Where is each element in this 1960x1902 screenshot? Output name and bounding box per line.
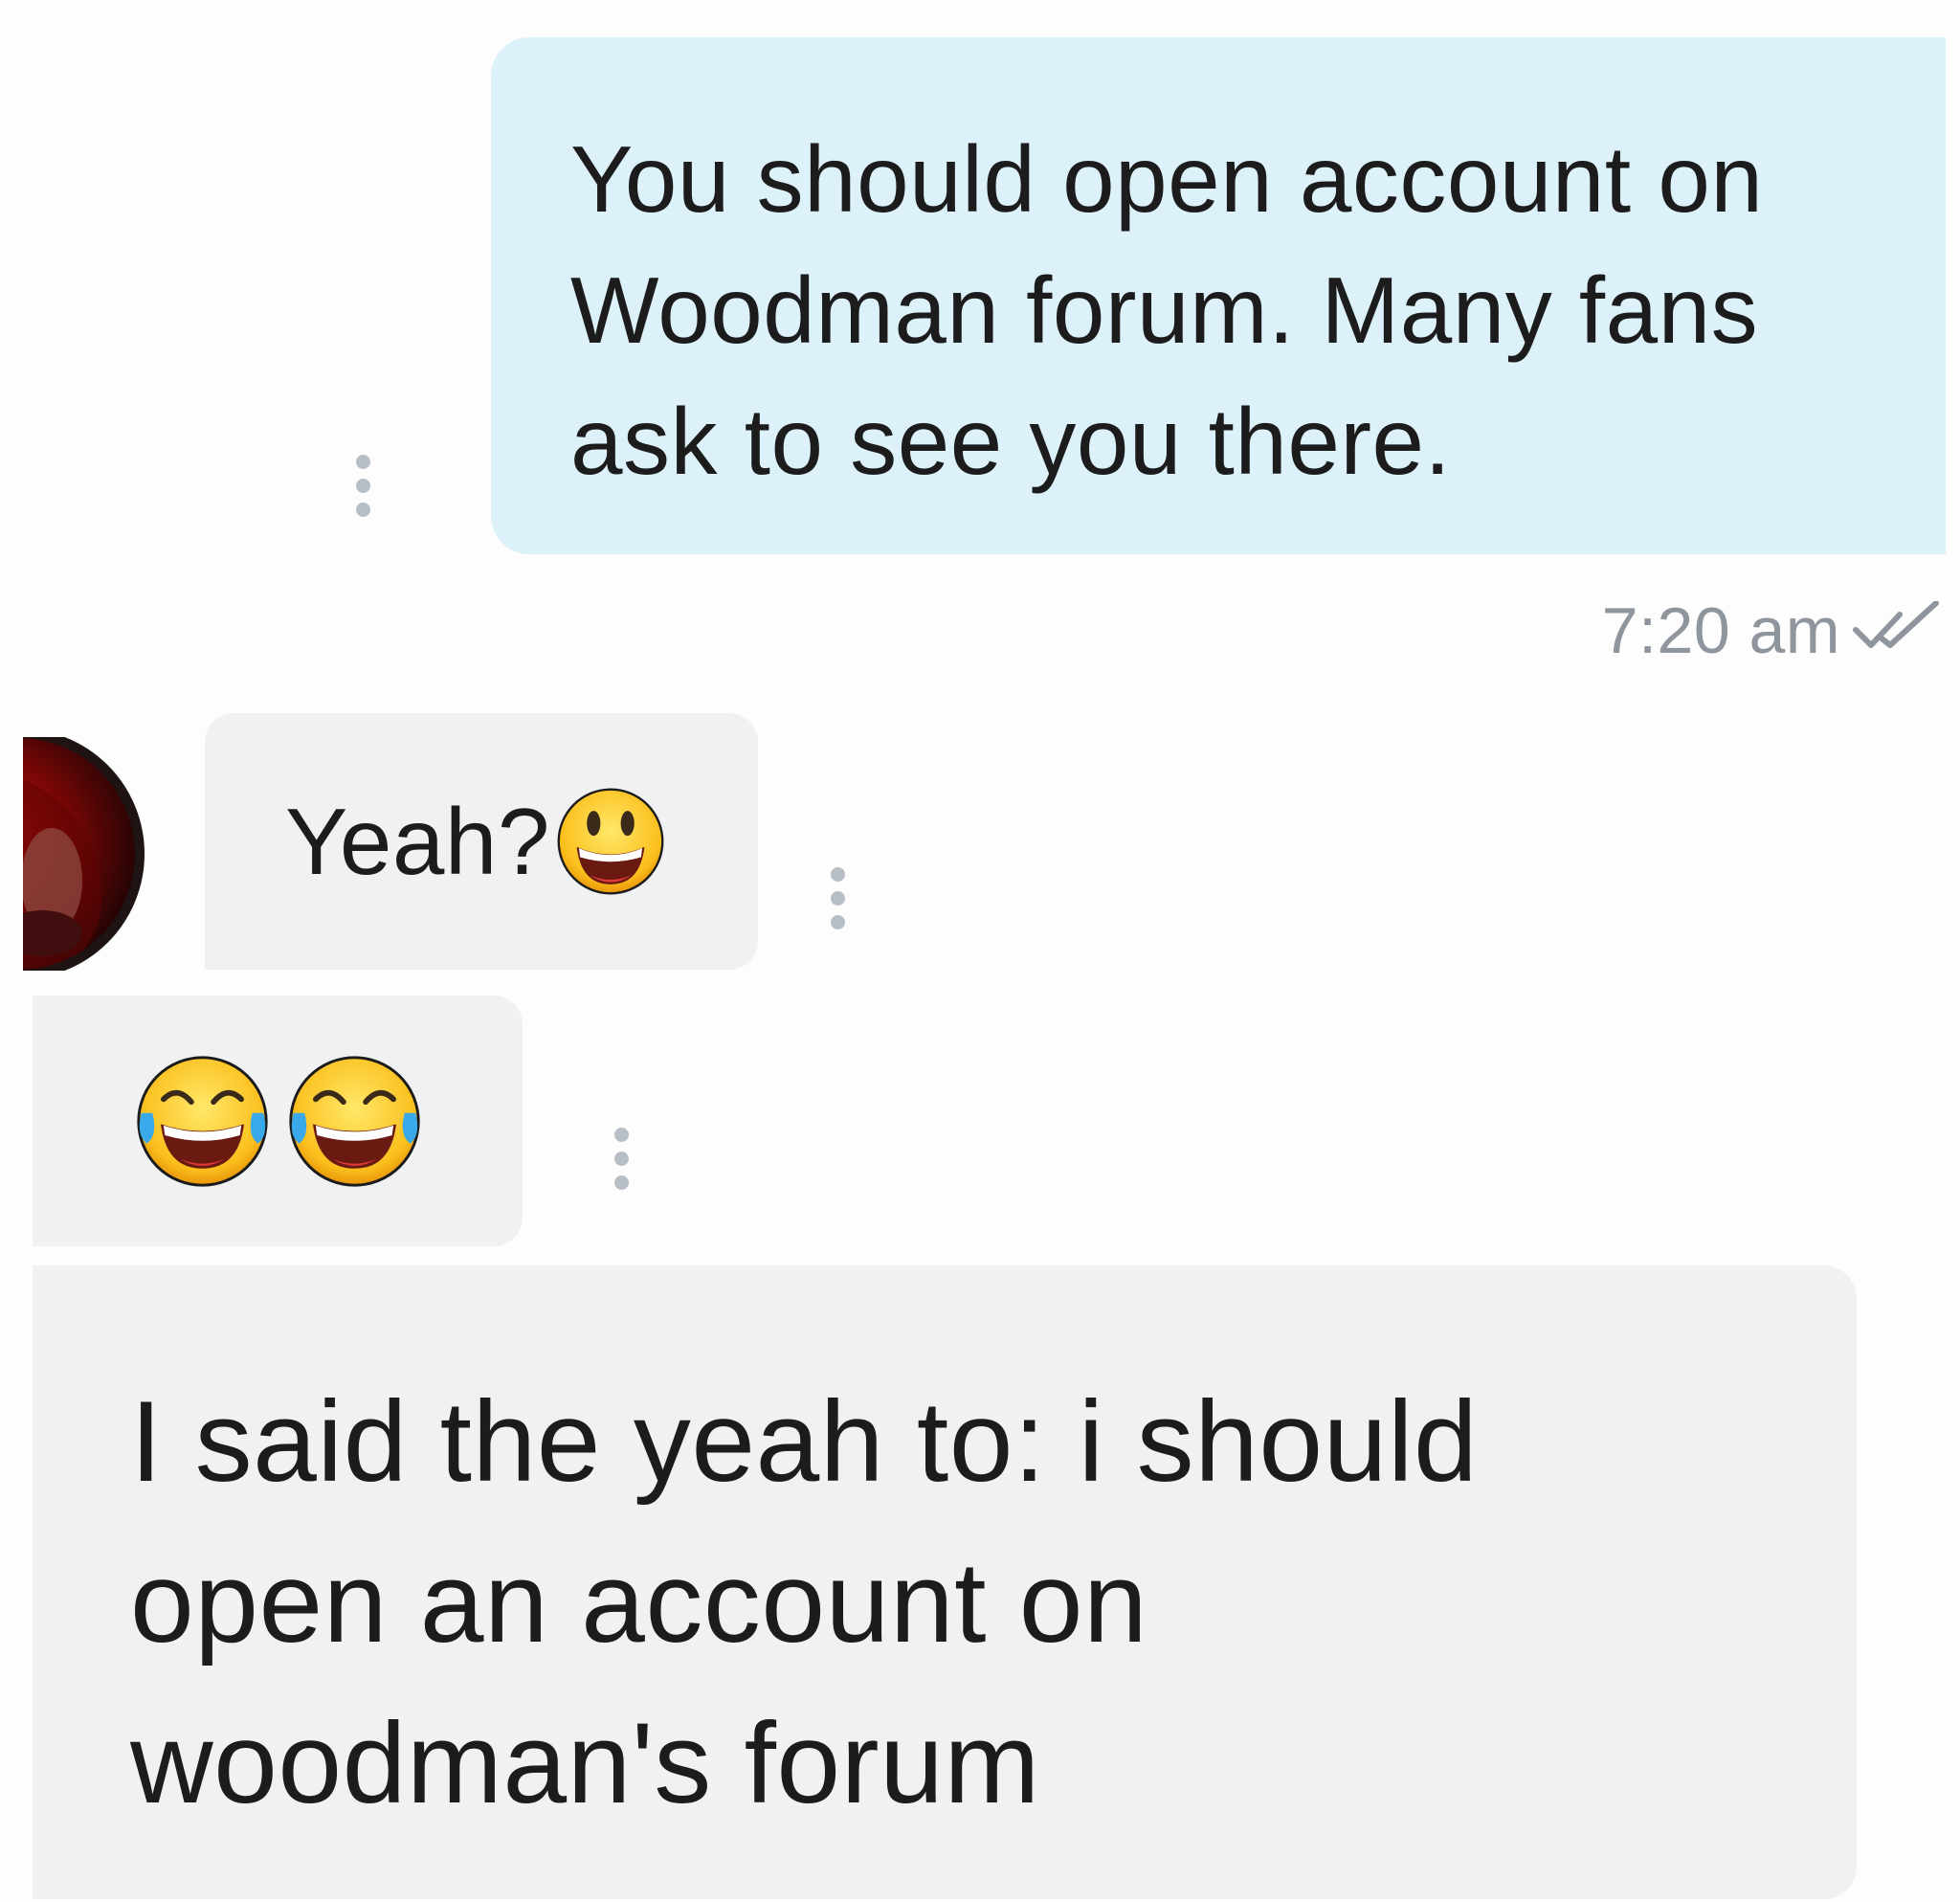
- face-with-tears-of-joy-emoji-icon: [137, 1055, 268, 1187]
- double-check-icon: [1853, 601, 1939, 648]
- incoming-message-bubble[interactable]: Yeah?: [205, 713, 758, 970]
- outgoing-message-text: You should open account on Woodman forum…: [570, 126, 1764, 494]
- outgoing-message-bubble[interactable]: You should open account on Woodman forum…: [491, 37, 1946, 554]
- face-with-tears-of-joy-emoji-icon: [289, 1055, 420, 1187]
- incoming-message-text: I said the yeah to: i should open an acc…: [130, 1377, 1479, 1827]
- incoming-message-bubble[interactable]: I said the yeah to: i should open an acc…: [33, 1265, 1857, 1899]
- incoming-emoji-message-bubble[interactable]: [33, 996, 523, 1246]
- grinning-face-emoji-icon: [557, 788, 664, 895]
- message-timestamp: 7:20 am: [1601, 594, 1840, 667]
- message-options-icon[interactable]: [614, 1128, 634, 1190]
- message-options-icon[interactable]: [356, 455, 375, 517]
- avatar[interactable]: [23, 737, 153, 971]
- message-options-icon[interactable]: [831, 867, 850, 929]
- incoming-message-text: Yeah?: [285, 789, 550, 894]
